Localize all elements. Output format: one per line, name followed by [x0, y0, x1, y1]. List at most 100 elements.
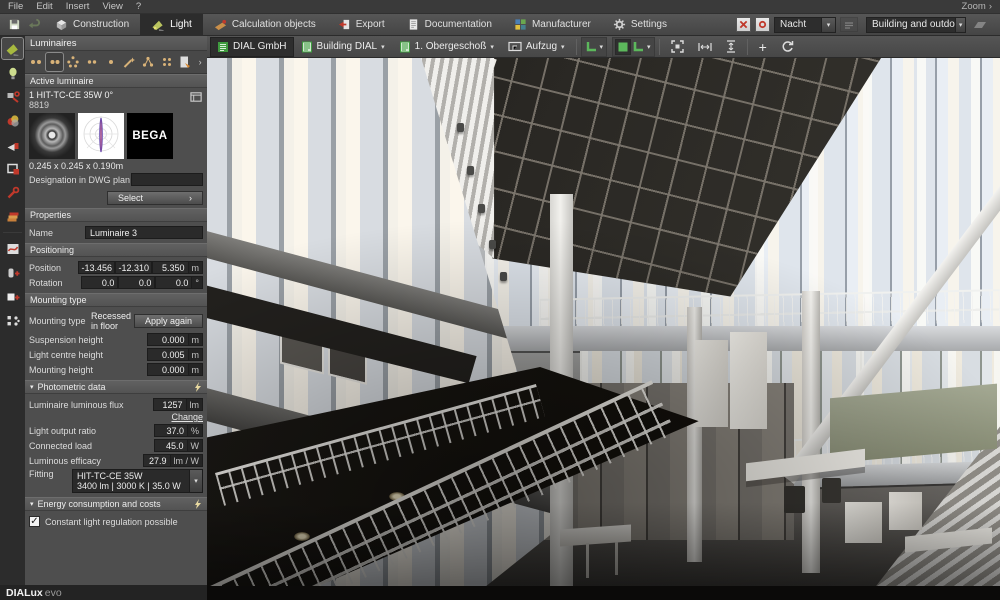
- tab-documentation[interactable]: Documentation: [396, 14, 503, 36]
- building-button[interactable]: Building DIAL ▾: [295, 38, 391, 56]
- tab-label: Documentation: [425, 19, 492, 30]
- apply-again-button[interactable]: Apply again: [134, 314, 203, 328]
- dwg-designation-input[interactable]: [131, 173, 203, 186]
- panel-title-label: Luminaires: [30, 38, 76, 49]
- connected-load-input[interactable]: 45.0: [154, 439, 188, 452]
- undo-icon[interactable]: [26, 17, 42, 33]
- sidebar-item-light-scenes[interactable]: [2, 62, 23, 83]
- polygon-arrangement-icon[interactable]: [139, 53, 157, 71]
- menu-edit[interactable]: Edit: [36, 1, 52, 12]
- fitting-line1: HIT-TC-CE 35W: [77, 471, 185, 481]
- energy-edit-icon[interactable]: [194, 499, 202, 509]
- polar-diagram-thumbnail[interactable]: [78, 113, 124, 159]
- floor-plan-view-icon[interactable]: [585, 40, 598, 53]
- brand-logo-thumbnail[interactable]: BEGA: [127, 113, 173, 159]
- flat-view-icon[interactable]: [972, 17, 988, 33]
- menu-file[interactable]: File: [8, 1, 23, 12]
- viewport-toolbar: DIAL GmbH Building DIAL ▾ 1. Obergeschoß…: [207, 36, 1000, 58]
- constant-light-checkbox[interactable]: ✓: [29, 516, 40, 527]
- zoom-menu[interactable]: Zoom ›: [962, 1, 992, 12]
- select-button[interactable]: Select ›: [107, 191, 203, 205]
- rotate-view-icon[interactable]: [775, 38, 800, 56]
- wireframe-view-icon[interactable]: [632, 40, 645, 53]
- tab-calculation-objects[interactable]: Calculation objects: [203, 14, 327, 36]
- sidebar-item-assemblies[interactable]: [2, 206, 23, 227]
- sidebar-item-luminaire-tools[interactable]: [2, 86, 23, 107]
- row-arrangement-icon[interactable]: [83, 53, 101, 71]
- sidebar-item-luminaires[interactable]: [2, 38, 23, 59]
- profile-select[interactable]: Building and outdoor pla... ▾: [866, 17, 966, 33]
- sidebar-item-filters[interactable]: [2, 110, 23, 131]
- sidebar-item-projectors[interactable]: [2, 134, 23, 155]
- circular-arrangement-icon[interactable]: [64, 53, 82, 71]
- sidebar-item-groups[interactable]: [2, 310, 23, 331]
- single-luminaire-icon[interactable]: [102, 53, 120, 71]
- tab-export[interactable]: Export: [327, 14, 396, 36]
- unit-badge: m: [189, 348, 204, 361]
- line-arrangement-icon[interactable]: [27, 53, 45, 71]
- menu-insert[interactable]: Insert: [66, 1, 90, 12]
- luminous-flux-input[interactable]: 1257: [153, 398, 187, 411]
- fitting-dropdown[interactable]: HIT-TC-CE 35W 3400 lm | 3000 K | 35.0 W …: [72, 469, 203, 493]
- dropdown-caret-icon[interactable]: ▾: [647, 43, 651, 51]
- solid-view-icon[interactable]: [616, 40, 630, 54]
- menu-help[interactable]: ?: [136, 1, 141, 12]
- catalog-icon[interactable]: [190, 91, 203, 110]
- layers-icon: [6, 210, 20, 224]
- unit-badge: lm: [187, 398, 204, 411]
- luminaire-photo-thumbnail[interactable]: [29, 113, 75, 159]
- pan-plus-icon[interactable]: +: [753, 38, 773, 56]
- rotation-x-input[interactable]: 0.0: [81, 276, 118, 289]
- area-arrangement-icon[interactable]: [158, 53, 176, 71]
- sidebar-item-room-elements[interactable]: [2, 158, 23, 179]
- rotation-z-input[interactable]: 0.0: [155, 276, 192, 289]
- mounting-type-label: Mounting type: [29, 316, 91, 326]
- field-arrangement-icon[interactable]: [46, 53, 64, 71]
- sidebar-item-openings[interactable]: [2, 286, 23, 307]
- zoom-fit-icon[interactable]: [665, 38, 690, 56]
- light-scene-select[interactable]: Nacht ▾: [774, 17, 836, 33]
- scene-record-icon[interactable]: [755, 17, 770, 32]
- change-link[interactable]: Change: [171, 412, 203, 422]
- position-x-input[interactable]: -13.456: [78, 261, 115, 274]
- site-button[interactable]: DIAL GmbH: [211, 38, 293, 56]
- import-plan-icon[interactable]: [177, 53, 195, 71]
- wand-tool-icon[interactable]: [120, 53, 138, 71]
- sidebar-item-columns[interactable]: [2, 262, 23, 283]
- render-3d-view[interactable]: [207, 58, 1000, 600]
- position-y-input[interactable]: -12.310: [115, 261, 152, 274]
- section-mounting-type: Mounting type: [25, 293, 207, 307]
- position-z-input[interactable]: 5.350: [152, 261, 189, 274]
- mounting-type-value: Recessed in floor: [91, 311, 134, 331]
- tab-construction[interactable]: Construction: [44, 14, 140, 36]
- tab-settings[interactable]: Settings: [602, 14, 678, 36]
- floor-button[interactable]: 1. Obergeschoß ▾: [393, 38, 500, 56]
- luminous-efficacy-value: 27.9: [143, 454, 171, 467]
- scene-delete-icon[interactable]: [736, 17, 751, 32]
- menu-view[interactable]: View: [102, 1, 122, 12]
- more-tools-chevron-icon[interactable]: ›: [195, 53, 205, 71]
- tab-light[interactable]: Light: [140, 14, 203, 36]
- fit-height-icon[interactable]: [720, 38, 742, 56]
- scene-options-button[interactable]: [840, 17, 858, 32]
- mounting-height-input[interactable]: 0.000: [147, 363, 189, 376]
- light-output-ratio-input[interactable]: 37.0: [154, 424, 188, 437]
- suspension-height-input[interactable]: 0.000: [147, 333, 189, 346]
- sidebar-item-maintenance[interactable]: [2, 182, 23, 203]
- fit-width-icon[interactable]: [692, 38, 718, 56]
- section-energy[interactable]: ▾ Energy consumption and costs: [25, 497, 207, 511]
- section-label: Properties: [30, 210, 71, 220]
- rotation-y-input[interactable]: 0.0: [118, 276, 155, 289]
- luminaires-panel: Luminaires › Active luminaire 1 HIT-TC-C…: [25, 36, 207, 585]
- name-input[interactable]: Luminaire 3: [85, 226, 203, 239]
- save-icon[interactable]: [6, 17, 22, 33]
- space-button[interactable]: Aufzug ▾: [502, 38, 571, 56]
- section-photometric-data[interactable]: ▾ Photometric data: [25, 380, 207, 394]
- sidebar-item-value-curves[interactable]: [2, 238, 23, 259]
- tab-manufacturer[interactable]: Manufacturer: [503, 14, 602, 36]
- photometric-edit-icon[interactable]: [194, 382, 202, 392]
- dropdown-caret-icon[interactable]: ▾: [600, 43, 604, 51]
- color-wheel-icon: [6, 114, 20, 128]
- light-centre-height-input[interactable]: 0.005: [147, 348, 189, 361]
- view-mode-group: ▾: [582, 38, 607, 56]
